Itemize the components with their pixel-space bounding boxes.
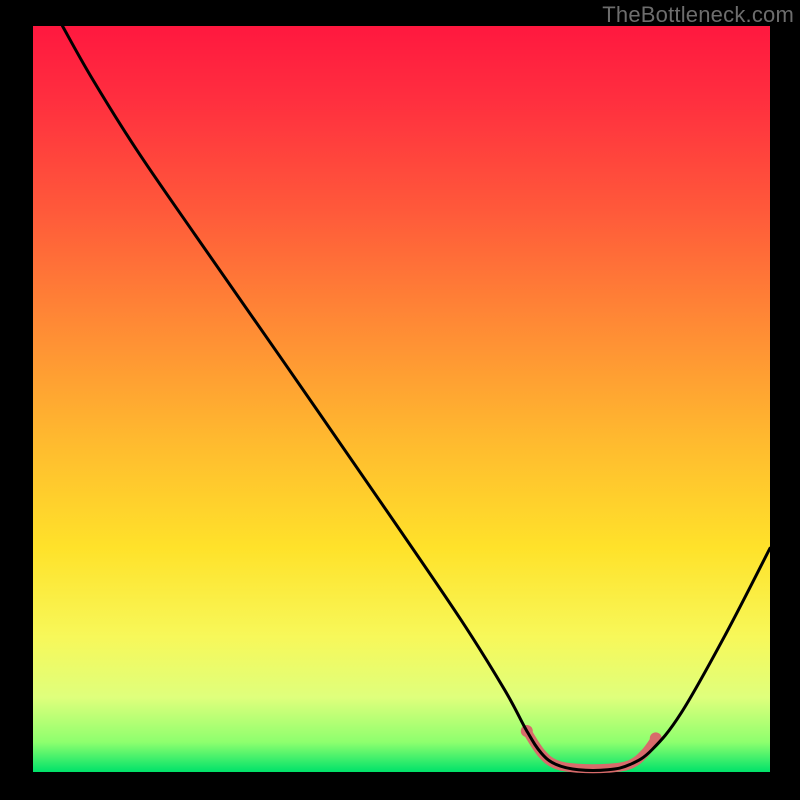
chart-background bbox=[33, 26, 770, 772]
bottleneck-chart bbox=[0, 0, 800, 800]
watermark-text: TheBottleneck.com bbox=[602, 2, 794, 28]
